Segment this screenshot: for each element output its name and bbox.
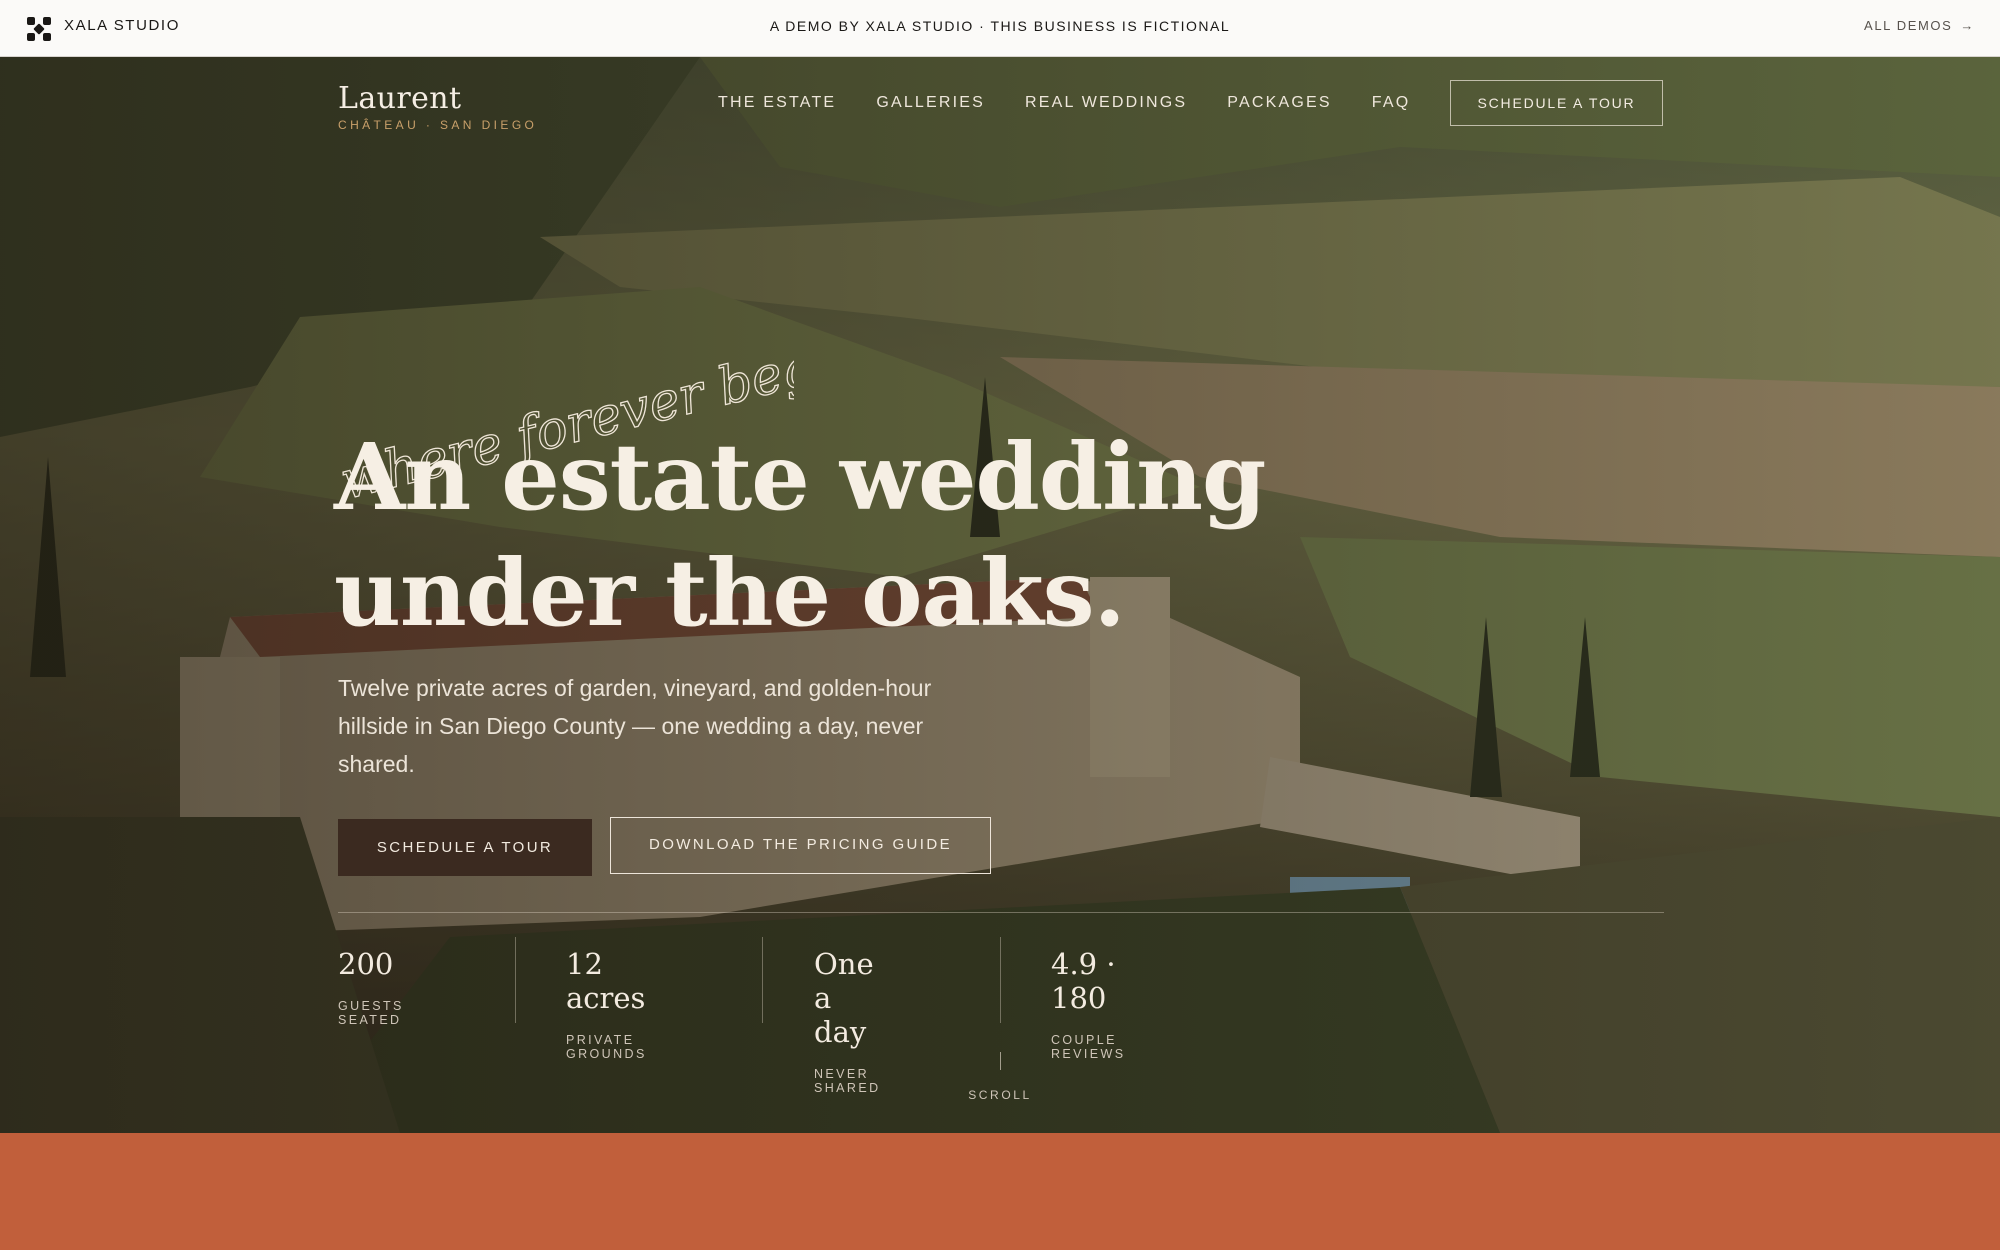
stat-divider (762, 937, 763, 1023)
divider (338, 912, 1664, 913)
nav-schedule-tour-button[interactable]: SCHEDULE A TOUR (1450, 80, 1663, 126)
stat-one-a-day: One a day NEVER SHARED (814, 937, 880, 1095)
nav-item-packages[interactable]: PACKAGES (1227, 94, 1331, 112)
demo-notice: A DEMO BY XALA STUDIO · THIS BUSINESS IS… (769, 18, 1231, 34)
demo-banner: XALA STUDIO A DEMO BY XALA STUDIO · THIS… (0, 0, 2000, 57)
stat-value: One a day (814, 947, 874, 1049)
all-demos-label: ALL DEMOS (1864, 18, 1953, 33)
nav-item-real-weddings[interactable]: REAL WEDDINGS (1025, 94, 1187, 112)
stat-divider (515, 937, 516, 1023)
brand-name: Laurent (338, 81, 462, 116)
stat-reviews: 4.9 · 180 COUPLE REVIEWS (1051, 937, 1125, 1061)
nav-item-galleries[interactable]: GALLERIES (876, 94, 985, 112)
headline-line-1: An estate wedding (334, 423, 1266, 531)
headline-line-2: under the oaks. (334, 539, 1126, 647)
stat-label: NEVER SHARED (814, 1067, 881, 1095)
site-logo[interactable]: Laurent CHÂTEAU · SAN DIEGO (338, 81, 537, 132)
stat-guests: 200 GUESTS SEATED (338, 937, 404, 1037)
arrow-right-icon: → (1960, 18, 1975, 33)
main-nav: THE ESTATE GALLERIES REAL WEDDINGS PACKA… (718, 94, 1450, 112)
stat-divider (1000, 937, 1001, 1023)
scroll-label: SCROLL (968, 1088, 1032, 1102)
download-pricing-guide-button[interactable]: DOWNLOAD THE PRICING GUIDE (610, 817, 991, 874)
brand-subtitle: CHÂTEAU · SAN DIEGO (338, 118, 538, 132)
stat-value: 4.9 · 180 (1051, 947, 1116, 1015)
stat-label: GUESTS SEATED (338, 999, 404, 1027)
scroll-indicator[interactable]: SCROLL (950, 1052, 1050, 1102)
hero-section: Laurent CHÂTEAU · SAN DIEGO THE ESTATE G… (0, 57, 2000, 1133)
stat-label: COUPLE REVIEWS (1051, 1033, 1126, 1061)
stat-acres: 12 acres PRIVATE GROUNDS (566, 937, 647, 1061)
stat-label: PRIVATE GROUNDS (566, 1033, 647, 1061)
nav-item-faq[interactable]: FAQ (1372, 94, 1411, 112)
hero-headline: An estate wedding under the oaks. (334, 419, 1334, 651)
next-section-band (0, 1133, 2000, 1250)
scroll-line-icon (999, 1052, 1001, 1070)
stat-value: 12 acres (566, 947, 646, 1015)
all-demos-link[interactable]: ALL DEMOS → (1864, 18, 1975, 33)
schedule-tour-button[interactable]: SCHEDULE A TOUR (338, 819, 592, 876)
hero-description: Twelve private acres of garden, vineyard… (338, 675, 932, 777)
stat-value: 200 (338, 947, 394, 981)
nav-item-the-estate[interactable]: THE ESTATE (718, 94, 836, 112)
